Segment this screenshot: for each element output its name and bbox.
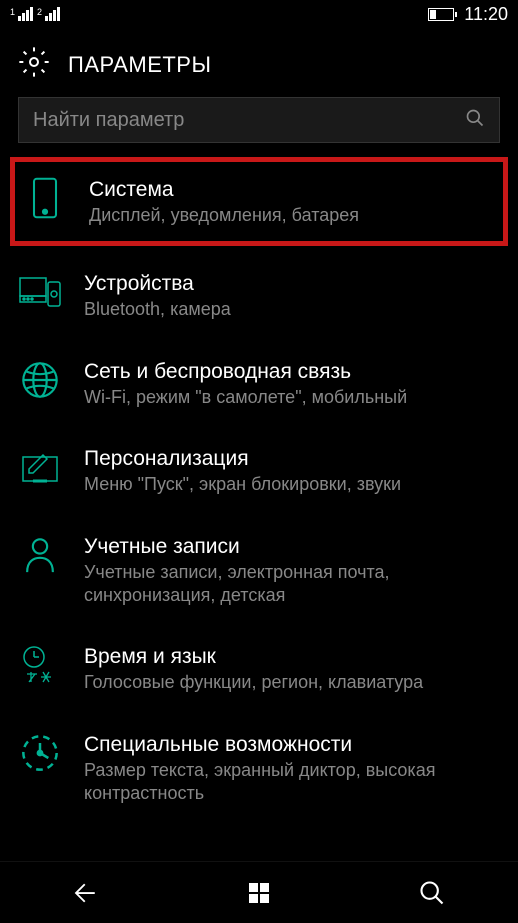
time-language-icon bbox=[18, 643, 62, 687]
phone-icon bbox=[23, 176, 67, 220]
setting-accessibility[interactable]: Специальные возможности Размер текста, э… bbox=[0, 713, 518, 824]
page-title: ПАРАМЕТРЫ bbox=[68, 52, 211, 78]
sim2-label: 2 bbox=[37, 7, 42, 17]
setting-title: Время и язык bbox=[84, 645, 500, 669]
setting-title: Устройства bbox=[84, 272, 500, 296]
navigation-bar bbox=[0, 861, 518, 923]
personalization-icon bbox=[18, 445, 62, 489]
setting-time-language[interactable]: Время и язык Голосовые функции, регион, … bbox=[0, 625, 518, 712]
search-placeholder: Найти параметр bbox=[33, 109, 465, 132]
setting-desc: Учетные записи, электронная почта, синхр… bbox=[84, 561, 500, 608]
setting-desc: Wi-Fi, режим "в самолете", мобильный bbox=[84, 386, 500, 409]
globe-icon bbox=[18, 358, 62, 402]
status-bar: 1 2 11:20 bbox=[0, 0, 518, 28]
setting-desc: Голосовые функции, регион, клавиатура bbox=[84, 671, 500, 694]
search-icon bbox=[465, 108, 485, 133]
person-icon bbox=[18, 533, 62, 577]
gear-icon bbox=[18, 46, 50, 83]
sim1-signal: 1 bbox=[10, 7, 33, 21]
accessibility-icon bbox=[18, 731, 62, 775]
search-input[interactable]: Найти параметр bbox=[18, 97, 500, 143]
back-button[interactable] bbox=[36, 868, 136, 918]
setting-title: Сеть и беспроводная связь bbox=[84, 360, 500, 384]
setting-accounts[interactable]: Учетные записи Учетные записи, электронн… bbox=[0, 515, 518, 626]
setting-desc: Меню "Пуск", экран блокировки, звуки bbox=[84, 473, 500, 496]
setting-personalization[interactable]: Персонализация Меню "Пуск", экран блокир… bbox=[0, 427, 518, 514]
setting-title: Учетные записи bbox=[84, 535, 500, 559]
sim2-signal: 2 bbox=[37, 7, 60, 21]
setting-desc: Bluetooth, камера bbox=[84, 298, 500, 321]
home-button[interactable] bbox=[209, 868, 309, 918]
setting-title: Система bbox=[89, 178, 495, 202]
setting-title: Персонализация bbox=[84, 447, 500, 471]
battery-icon bbox=[428, 8, 454, 21]
settings-list: Система Дисплей, уведомления, батарея Ус… bbox=[0, 157, 518, 824]
setting-desc: Дисплей, уведомления, батарея bbox=[89, 204, 495, 227]
signal-indicators: 1 2 bbox=[10, 7, 60, 21]
setting-system[interactable]: Система Дисплей, уведомления, батарея bbox=[10, 157, 508, 246]
setting-network[interactable]: Сеть и беспроводная связь Wi-Fi, режим "… bbox=[0, 340, 518, 427]
setting-title: Специальные возможности bbox=[84, 733, 500, 757]
devices-icon bbox=[18, 270, 62, 314]
sim1-label: 1 bbox=[10, 7, 15, 17]
page-header: ПАРАМЕТРЫ bbox=[0, 28, 518, 97]
search-button[interactable] bbox=[382, 868, 482, 918]
clock: 11:20 bbox=[464, 4, 508, 25]
setting-desc: Размер текста, экранный диктор, высокая … bbox=[84, 759, 500, 806]
setting-devices[interactable]: Устройства Bluetooth, камера bbox=[0, 252, 518, 339]
